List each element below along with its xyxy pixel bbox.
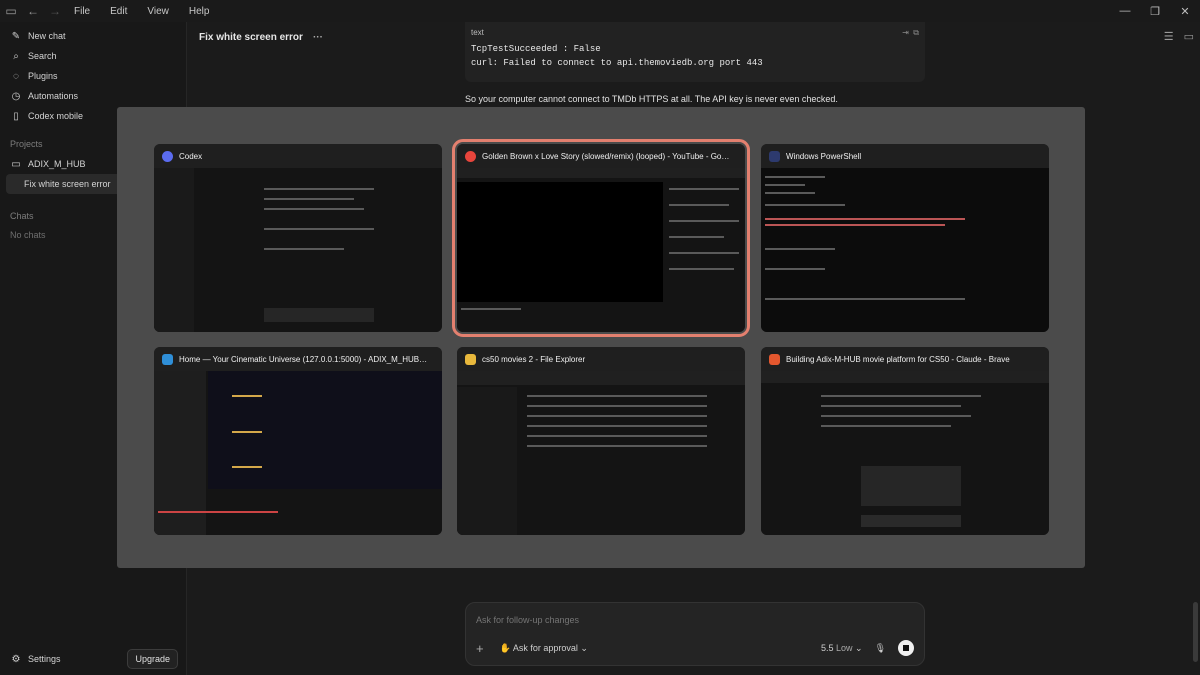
composer-right-actions: 5.5 Low ⌄ 🎙 bbox=[821, 640, 914, 656]
header-actions: ☰ ▭ bbox=[1164, 30, 1194, 43]
window-title: cs50 movies 2 - File Explorer bbox=[482, 354, 586, 364]
code-block: text ⇥ ⧉ TcpTestSucceeded : False curl: … bbox=[465, 22, 925, 82]
back-arrow-icon[interactable]: ← bbox=[22, 0, 44, 22]
sidebar-item-label: Codex mobile bbox=[28, 111, 84, 121]
chat-header: Fix white screen error ··· bbox=[199, 32, 323, 43]
chrome-icon bbox=[465, 150, 476, 162]
window-thumbnail bbox=[761, 168, 1049, 332]
composer: + ✋ Ask for approval ⌄ 5.5 Low ⌄ 🎙 bbox=[465, 602, 925, 666]
code-line: TcpTestSucceeded : False bbox=[471, 44, 601, 54]
code-header: text ⇥ ⧉ bbox=[471, 28, 919, 38]
window-card-header: cs50 movies 2 - File Explorer bbox=[457, 347, 745, 371]
follow-up-input[interactable] bbox=[476, 615, 776, 625]
scrollbar[interactable] bbox=[1193, 602, 1198, 662]
window-card-header: Golden Brown x Love Story (slowed/remix)… bbox=[457, 144, 745, 168]
wrap-icon[interactable]: ⇥ bbox=[902, 28, 909, 37]
folder-icon bbox=[465, 353, 476, 365]
task-switcher: Codex Golden Brown x Love Story (slowed/… bbox=[117, 107, 1085, 568]
menu-file[interactable]: File bbox=[74, 6, 90, 17]
plugins-icon: ◌ bbox=[13, 70, 19, 82]
gear-icon: ⚙ bbox=[11, 653, 21, 665]
project-thread-label: Fix white screen error bbox=[24, 179, 111, 189]
copy-icon[interactable]: ⧉ bbox=[913, 28, 919, 37]
stop-icon bbox=[903, 645, 909, 651]
code-actions: ⇥ ⧉ bbox=[902, 28, 919, 38]
chevron-down-icon: ⌄ bbox=[580, 642, 588, 653]
menu-help[interactable]: Help bbox=[189, 6, 210, 17]
vscode-icon bbox=[162, 353, 173, 365]
folder-icon: ▭ bbox=[11, 158, 21, 170]
window-card-header: Codex bbox=[154, 144, 442, 168]
settings-button[interactable]: ⚙ Settings bbox=[10, 649, 61, 669]
maximize-icon[interactable]: ❐ bbox=[1140, 0, 1170, 22]
hand-icon: ✋ bbox=[499, 642, 511, 653]
window-card-header: Home — Your Cinematic Universe (127.0.0.… bbox=[154, 347, 442, 371]
chevron-down-icon: ⌄ bbox=[855, 642, 863, 653]
approval-dropdown[interactable]: ✋ Ask for approval ⌄ bbox=[500, 643, 588, 654]
sidebar-item-automations[interactable]: ◷ Automations bbox=[0, 86, 186, 106]
window-card-powershell[interactable]: Windows PowerShell bbox=[761, 144, 1049, 332]
sidebar-toggle-icon[interactable]: ▭ bbox=[0, 0, 22, 22]
menu-bar: File Edit View Help bbox=[74, 6, 209, 17]
menu-edit[interactable]: Edit bbox=[110, 6, 127, 17]
title-bar: ▭ ← → File Edit View Help — ❐ ✕ bbox=[0, 0, 1200, 22]
window-title: Building Adix-M-HUB movie platform for C… bbox=[786, 354, 1010, 364]
project-name: ADIX_M_HUB bbox=[28, 159, 86, 169]
window-controls: — ❐ ✕ bbox=[1110, 0, 1200, 22]
window-card-header: Windows PowerShell bbox=[761, 144, 1049, 168]
effort-label: Low bbox=[835, 642, 853, 653]
new-chat-icon: ✎ bbox=[11, 30, 21, 42]
approval-label: Ask for approval bbox=[512, 642, 578, 653]
assistant-message: So your computer cannot connect to TMDb … bbox=[465, 94, 838, 104]
sidebar-footer: ⚙ Settings Upgrade bbox=[0, 649, 186, 669]
window-card-header: Building Adix-M-HUB movie platform for C… bbox=[761, 347, 1049, 371]
window-card-codex[interactable]: Codex bbox=[154, 144, 442, 332]
clock-icon: ◷ bbox=[11, 90, 21, 102]
sidebar-item-plugins[interactable]: ◌ Plugins bbox=[0, 66, 186, 86]
stop-button[interactable] bbox=[898, 640, 914, 656]
menu-view[interactable]: View bbox=[147, 6, 169, 17]
model-selector[interactable]: 5.5 Low ⌄ bbox=[821, 643, 863, 654]
sidebar-item-label: Plugins bbox=[28, 71, 58, 81]
sidebar-item-search[interactable]: ⌕ Search bbox=[0, 46, 186, 66]
search-icon: ⌕ bbox=[13, 50, 19, 62]
codex-icon bbox=[162, 150, 173, 162]
sidebar-item-label: Automations bbox=[28, 91, 79, 101]
composer-left-actions: + ✋ Ask for approval ⌄ bbox=[476, 641, 588, 656]
window-thumbnail bbox=[761, 371, 1049, 535]
minimize-icon[interactable]: — bbox=[1110, 0, 1140, 22]
window-card-brave[interactable]: Building Adix-M-HUB movie platform for C… bbox=[761, 347, 1049, 535]
microphone-icon[interactable]: 🎙 bbox=[875, 643, 886, 654]
sidebar-item-new-chat[interactable]: ✎ New chat bbox=[0, 26, 186, 46]
window-thumbnail bbox=[154, 371, 442, 535]
code-language: text bbox=[471, 28, 484, 37]
window-thumbnail bbox=[457, 168, 745, 332]
code-line: curl: Failed to connect to api.themovied… bbox=[471, 58, 763, 68]
list-icon[interactable]: ☰ bbox=[1164, 30, 1174, 43]
settings-label: Settings bbox=[28, 654, 61, 664]
forward-arrow-icon[interactable]: → bbox=[44, 0, 66, 22]
chat-options-button[interactable]: ··· bbox=[313, 32, 323, 43]
window-card-file-explorer[interactable]: cs50 movies 2 - File Explorer bbox=[457, 347, 745, 535]
upgrade-button[interactable]: Upgrade bbox=[127, 649, 178, 669]
window-card-youtube[interactable]: Golden Brown x Love Story (slowed/remix)… bbox=[452, 139, 750, 337]
window-title: Golden Brown x Love Story (slowed/remix)… bbox=[482, 151, 732, 161]
page-title: Fix white screen error bbox=[199, 32, 303, 43]
window-title: Home — Your Cinematic Universe (127.0.0.… bbox=[179, 354, 429, 364]
close-icon[interactable]: ✕ bbox=[1170, 0, 1200, 22]
sidebar-item-label: Search bbox=[28, 51, 57, 61]
brave-icon bbox=[769, 353, 780, 365]
plus-icon[interactable]: + bbox=[476, 641, 484, 656]
sidebar-item-label: New chat bbox=[28, 31, 66, 41]
window-thumbnail bbox=[457, 371, 745, 535]
mobile-icon: ▯ bbox=[13, 110, 19, 122]
composer-toolbar: + ✋ Ask for approval ⌄ 5.5 Low ⌄ 🎙 bbox=[476, 639, 914, 657]
panel-toggle-icon[interactable]: ▭ bbox=[1184, 30, 1194, 43]
window-thumbnail bbox=[154, 168, 442, 332]
model-label: 5.5 bbox=[820, 642, 834, 653]
powershell-icon bbox=[769, 150, 780, 162]
window-title: Windows PowerShell bbox=[786, 151, 862, 161]
window-title: Codex bbox=[179, 151, 203, 161]
window-card-vscode[interactable]: Home — Your Cinematic Universe (127.0.0.… bbox=[154, 347, 442, 535]
